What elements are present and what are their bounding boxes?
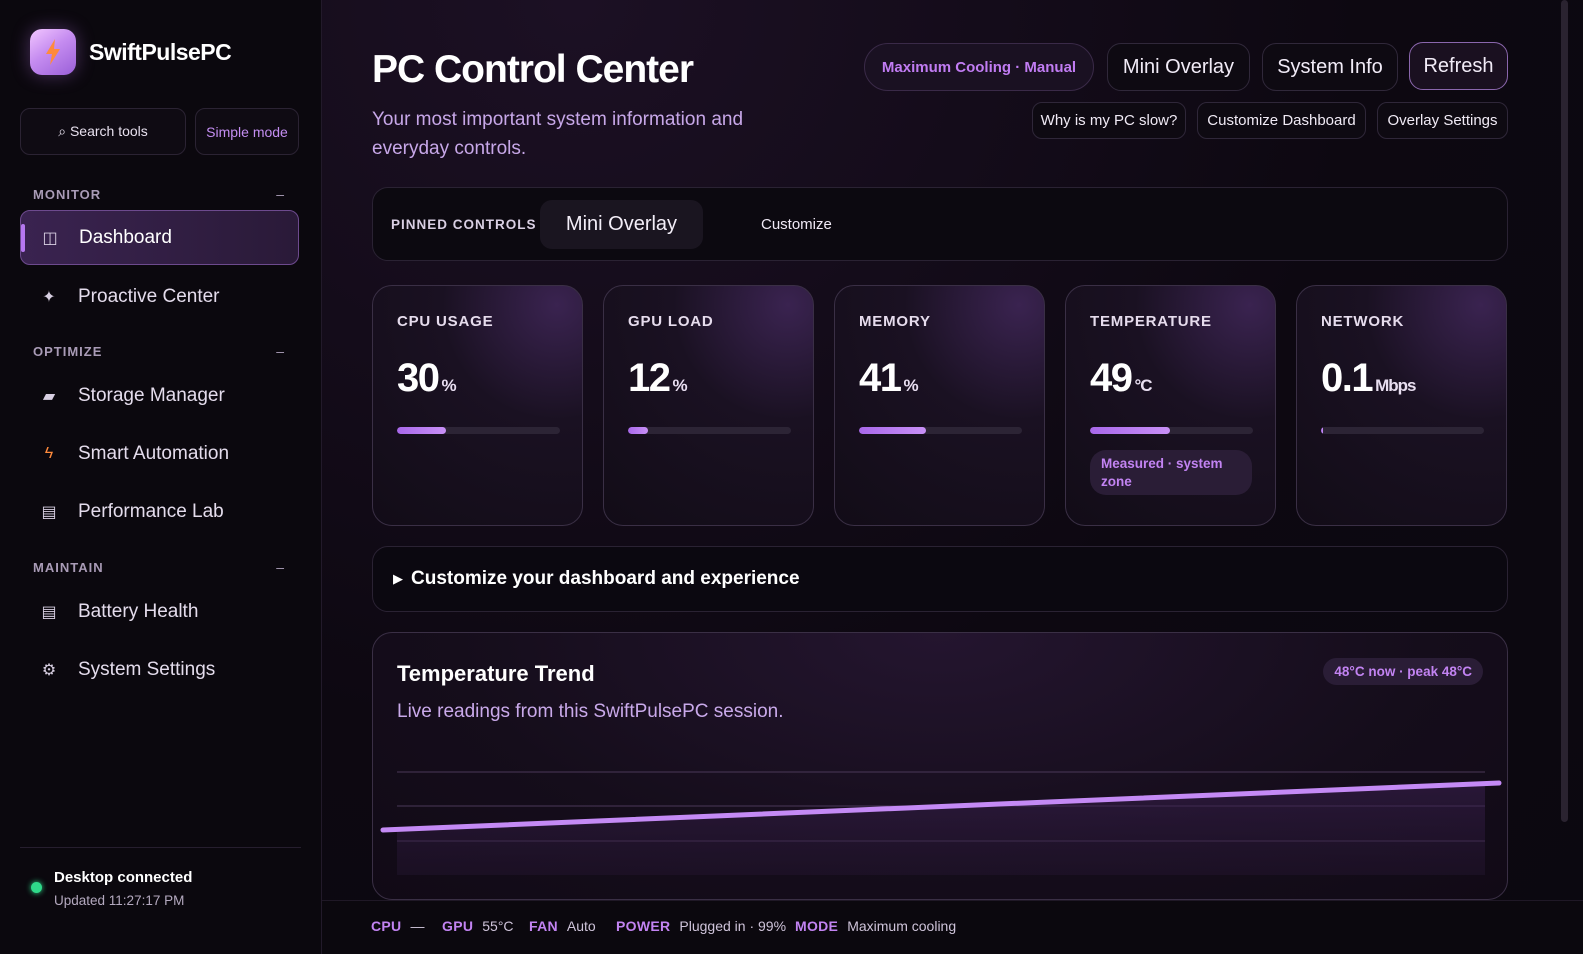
refresh-button[interactable]: Refresh <box>1409 42 1508 90</box>
progress-bar <box>1321 427 1484 434</box>
list-icon: ▤ <box>41 503 57 521</box>
pinned-mini-overlay[interactable]: Mini Overlay <box>540 200 703 249</box>
sidebar-item-storage-manager[interactable]: ▰ Storage Manager <box>20 368 299 423</box>
metric-value: 12% <box>628 356 688 400</box>
gear-icon: ⚙ <box>41 661 57 679</box>
progress-bar <box>1090 427 1253 434</box>
sidebar-item-label: Dashboard <box>79 226 172 248</box>
connection-status-dot <box>31 882 42 893</box>
why-slow-button[interactable]: Why is my PC slow? <box>1032 102 1186 139</box>
sidebar-item-label: Battery Health <box>78 600 199 622</box>
metric-card-gpu: GPU LOAD 12% <box>603 285 814 526</box>
simple-mode-button[interactable]: Simple mode <box>195 108 299 155</box>
last-updated: Updated 11:27:17 PM <box>54 893 185 908</box>
metric-label: CPU USAGE <box>397 313 494 330</box>
divider <box>20 847 301 848</box>
progress-fill <box>859 427 926 434</box>
expand-triangle-icon: ▶ <box>393 571 403 586</box>
bolt-icon: ϟ <box>44 444 54 462</box>
sidebar-item-dashboard[interactable]: ◫ Dashboard <box>20 210 299 265</box>
bolt-icon <box>46 39 60 65</box>
section-maintain[interactable]: MAINTAIN – <box>33 559 285 575</box>
metric-label: NETWORK <box>1321 313 1405 330</box>
progress-bar <box>859 427 1022 434</box>
measurement-source-badge: Measured · system zone <box>1090 450 1252 495</box>
section-monitor[interactable]: MONITOR – <box>33 186 285 202</box>
mini-overlay-button[interactable]: Mini Overlay <box>1107 43 1250 91</box>
app-name: SwiftPulsePC <box>89 38 232 65</box>
sparkle-icon: ✦ <box>42 288 56 306</box>
sidebar-item-smart-automation[interactable]: ϟ Smart Automation <box>20 426 299 481</box>
metric-label: GPU LOAD <box>628 313 714 330</box>
metric-label: TEMPERATURE <box>1090 313 1212 330</box>
pinned-customize-link[interactable]: Customize <box>761 216 832 233</box>
customize-dashboard-button[interactable]: Customize Dashboard <box>1197 102 1366 139</box>
page-subtitle: Your most important system information a… <box>372 109 744 159</box>
sidebar-item-label: Storage Manager <box>78 384 225 406</box>
status-mode: MODE Maximum cooling <box>795 918 957 934</box>
temperature-trend-panel: Temperature Trend Live readings from thi… <box>372 632 1508 900</box>
section-title: OPTIMIZE <box>33 343 103 359</box>
status-cpu: CPU — <box>371 918 425 934</box>
metric-label: MEMORY <box>859 313 931 330</box>
sidebar-item-battery-health[interactable]: ▤ Battery Health <box>20 584 299 639</box>
section-title: MONITOR <box>33 186 102 202</box>
metric-card-cpu: CPU USAGE 30% <box>372 285 583 526</box>
trend-subtitle: Live readings from this SwiftPulsePC ses… <box>397 701 784 722</box>
drive-icon: ▰ <box>42 387 56 405</box>
system-info-button[interactable]: System Info <box>1262 43 1398 91</box>
metric-value: 0.1 Mbps <box>1321 356 1417 400</box>
sidebar-item-label: Proactive Center <box>78 285 220 307</box>
progress-fill <box>1090 427 1170 434</box>
status-fan: FAN Auto <box>529 918 596 934</box>
sidebar-item-label: System Settings <box>78 658 216 680</box>
progress-bar <box>397 427 560 434</box>
metric-value: 41% <box>859 356 919 400</box>
metric-card-temperature: TEMPERATURE 49 °C Measured · system zone <box>1065 285 1276 526</box>
collapse-icon[interactable]: – <box>276 186 285 202</box>
pinned-controls-label: PINNED CONTROLS <box>391 217 537 232</box>
sidebar-item-proactive-center[interactable]: ✦ Proactive Center <box>20 269 299 324</box>
main-content: PC Control Center Your most important sy… <box>322 0 1583 954</box>
search-tools-button[interactable]: ⌕ Search tools <box>20 108 186 155</box>
trend-title: Temperature Trend <box>397 661 595 686</box>
metric-value: 30% <box>397 356 457 400</box>
metric-value: 49 °C <box>1090 356 1153 400</box>
progress-fill <box>628 427 648 434</box>
progress-fill <box>1321 427 1324 434</box>
overlay-settings-button[interactable]: Overlay Settings <box>1377 102 1508 139</box>
progress-bar <box>628 427 791 434</box>
metric-card-memory: MEMORY 41% <box>834 285 1045 526</box>
dashboard-icon: ◫ <box>42 229 58 247</box>
list-icon: ▤ <box>41 603 57 621</box>
scrollbar[interactable] <box>1561 0 1568 822</box>
sidebar-item-performance-lab[interactable]: ▤ Performance Lab <box>20 484 299 539</box>
trend-area <box>397 785 1485 875</box>
section-optimize[interactable]: OPTIMIZE – <box>33 343 285 359</box>
collapse-icon[interactable]: – <box>276 559 285 575</box>
customize-experience-label: Customize your dashboard and experience <box>411 568 800 589</box>
collapse-icon[interactable]: – <box>276 343 285 359</box>
sidebar: SwiftPulsePC ⌕ Search tools Simple mode … <box>0 0 322 954</box>
sidebar-item-label: Smart Automation <box>78 442 230 464</box>
pinned-controls: PINNED CONTROLS Mini Overlay Customize <box>372 187 1508 261</box>
section-title: MAINTAIN <box>33 559 104 575</box>
app-logo <box>30 29 76 75</box>
metric-card-network: NETWORK 0.1 Mbps <box>1296 285 1507 526</box>
sidebar-item-system-settings[interactable]: ⚙ System Settings <box>20 642 299 697</box>
sidebar-item-label: Performance Lab <box>78 500 224 522</box>
customize-experience-toggle[interactable]: ▶ Customize your dashboard and experienc… <box>372 546 1508 612</box>
status-power: POWER Plugged in · 99% <box>616 918 787 934</box>
status-gpu: GPU 55°C <box>442 918 514 934</box>
connection-status: Desktop connected <box>54 869 193 886</box>
page-title: PC Control Center <box>372 48 694 91</box>
brand: SwiftPulsePC <box>30 29 232 75</box>
trend-now-peak-badge: 48°C now · peak 48°C <box>1323 658 1483 685</box>
progress-fill <box>397 427 446 434</box>
cooling-mode-badge[interactable]: Maximum Cooling · Manual <box>864 43 1094 91</box>
status-bar: CPU — GPU 55°C FAN Auto POWER Plugged in · 9… <box>322 900 1583 954</box>
